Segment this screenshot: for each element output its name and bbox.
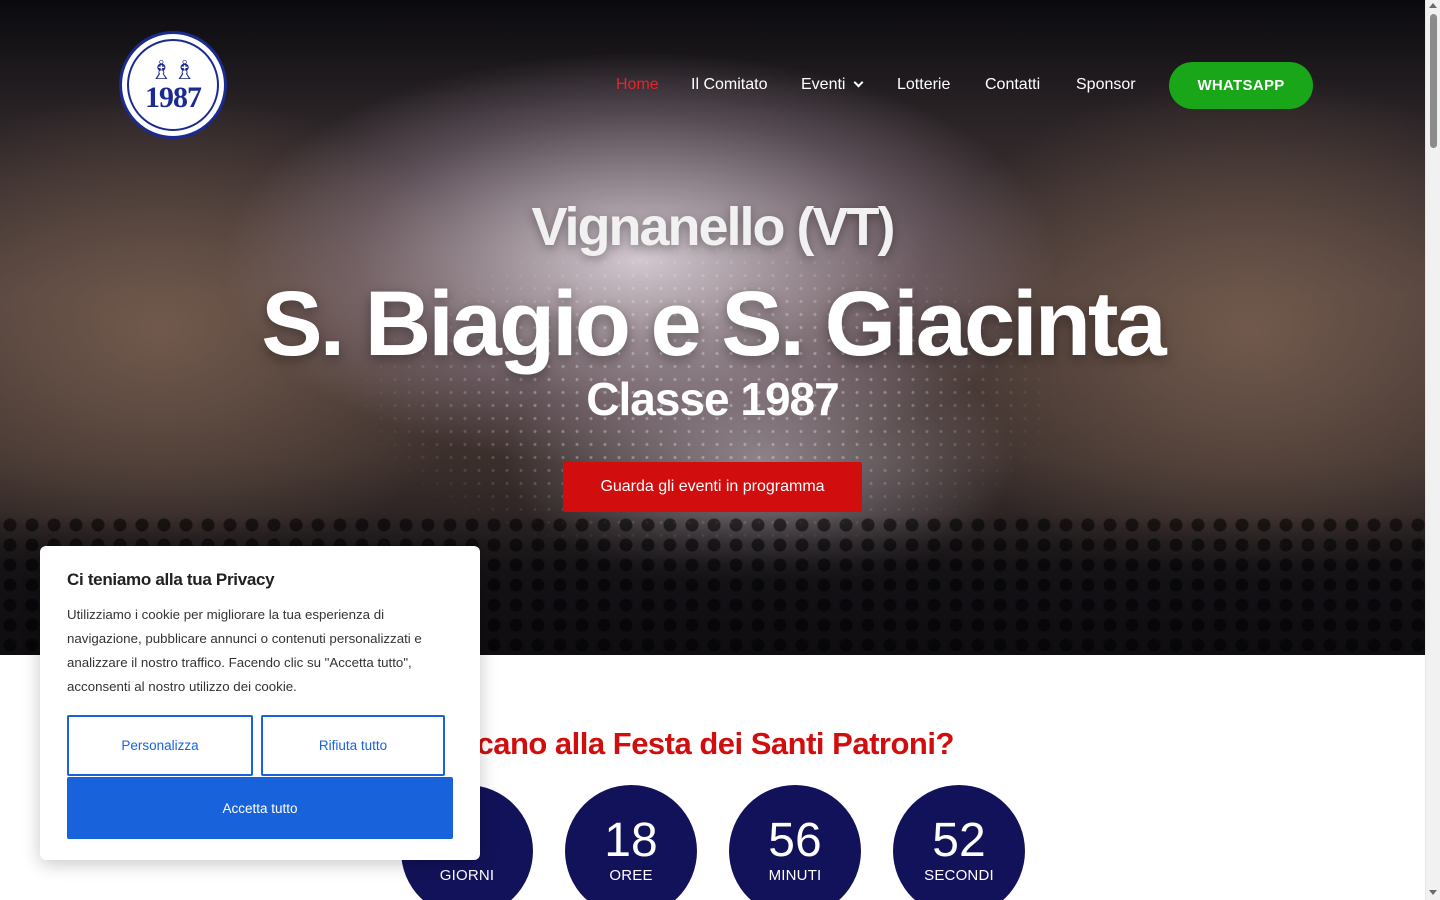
page-scrollbar[interactable]	[1425, 0, 1440, 900]
nav-item-contatti[interactable]: Contatti	[985, 76, 1040, 94]
main-navigation: Home Il Comitato Eventi Lotterie Contatt…	[0, 62, 1440, 110]
reject-all-button[interactable]: Rifiuta tutto	[261, 715, 445, 776]
cookie-consent-banner: Ci teniamo alla tua Privacy Utilizziamo …	[40, 546, 480, 860]
customize-button[interactable]: Personalizza	[67, 715, 253, 776]
countdown-minutes-value: 56	[768, 814, 822, 867]
hero-class-line: Classe 1987	[586, 373, 839, 425]
scroll-up-arrow-icon[interactable]	[1429, 3, 1437, 8]
countdown-hours: 18 OREE	[565, 785, 697, 900]
nav-item-home[interactable]: Home	[616, 76, 659, 94]
cookie-title: Ci teniamo alla tua Privacy	[67, 570, 275, 589]
cookie-description: Utilizziamo i cookie per migliorare la t…	[67, 607, 422, 694]
nav-item-eventi[interactable]: Eventi	[801, 76, 864, 94]
countdown-title: rni mancano alla Festa dei Santi Patroni…	[368, 726, 954, 761]
accept-all-button[interactable]: Accetta tutto	[67, 777, 453, 839]
hero-title: S. Biagio e S. Giacinta	[261, 273, 1166, 375]
countdown-seconds: 52 SECONDI	[893, 785, 1025, 900]
nav-item-sponsor[interactable]: Sponsor	[1076, 76, 1136, 94]
hero-subtitle: Vignanello (VT)	[531, 197, 895, 257]
whatsapp-button[interactable]: WHATSAPP	[1169, 62, 1313, 109]
scrollbar-thumb[interactable]	[1430, 14, 1437, 148]
countdown-days-label: GIORNI	[439, 867, 495, 884]
countdown-seconds-value: 52	[932, 814, 986, 867]
countdown-hours-label: OREE	[609, 867, 653, 884]
countdown-minutes: 56 MINUTI	[729, 785, 861, 900]
nav-item-il-comitato[interactable]: Il Comitato	[691, 76, 767, 94]
countdown-seconds-label: SECONDI	[924, 867, 994, 884]
nav-item-eventi-label: Eventi	[801, 76, 846, 93]
scroll-down-arrow-icon[interactable]	[1429, 890, 1437, 895]
chevron-down-icon	[854, 77, 864, 88]
countdown-minutes-label: MINUTI	[768, 867, 822, 884]
countdown-hours-value: 18	[604, 814, 658, 867]
nav-item-lotterie[interactable]: Lotterie	[897, 76, 950, 94]
events-program-button[interactable]: Guarda gli eventi in programma	[563, 462, 862, 512]
